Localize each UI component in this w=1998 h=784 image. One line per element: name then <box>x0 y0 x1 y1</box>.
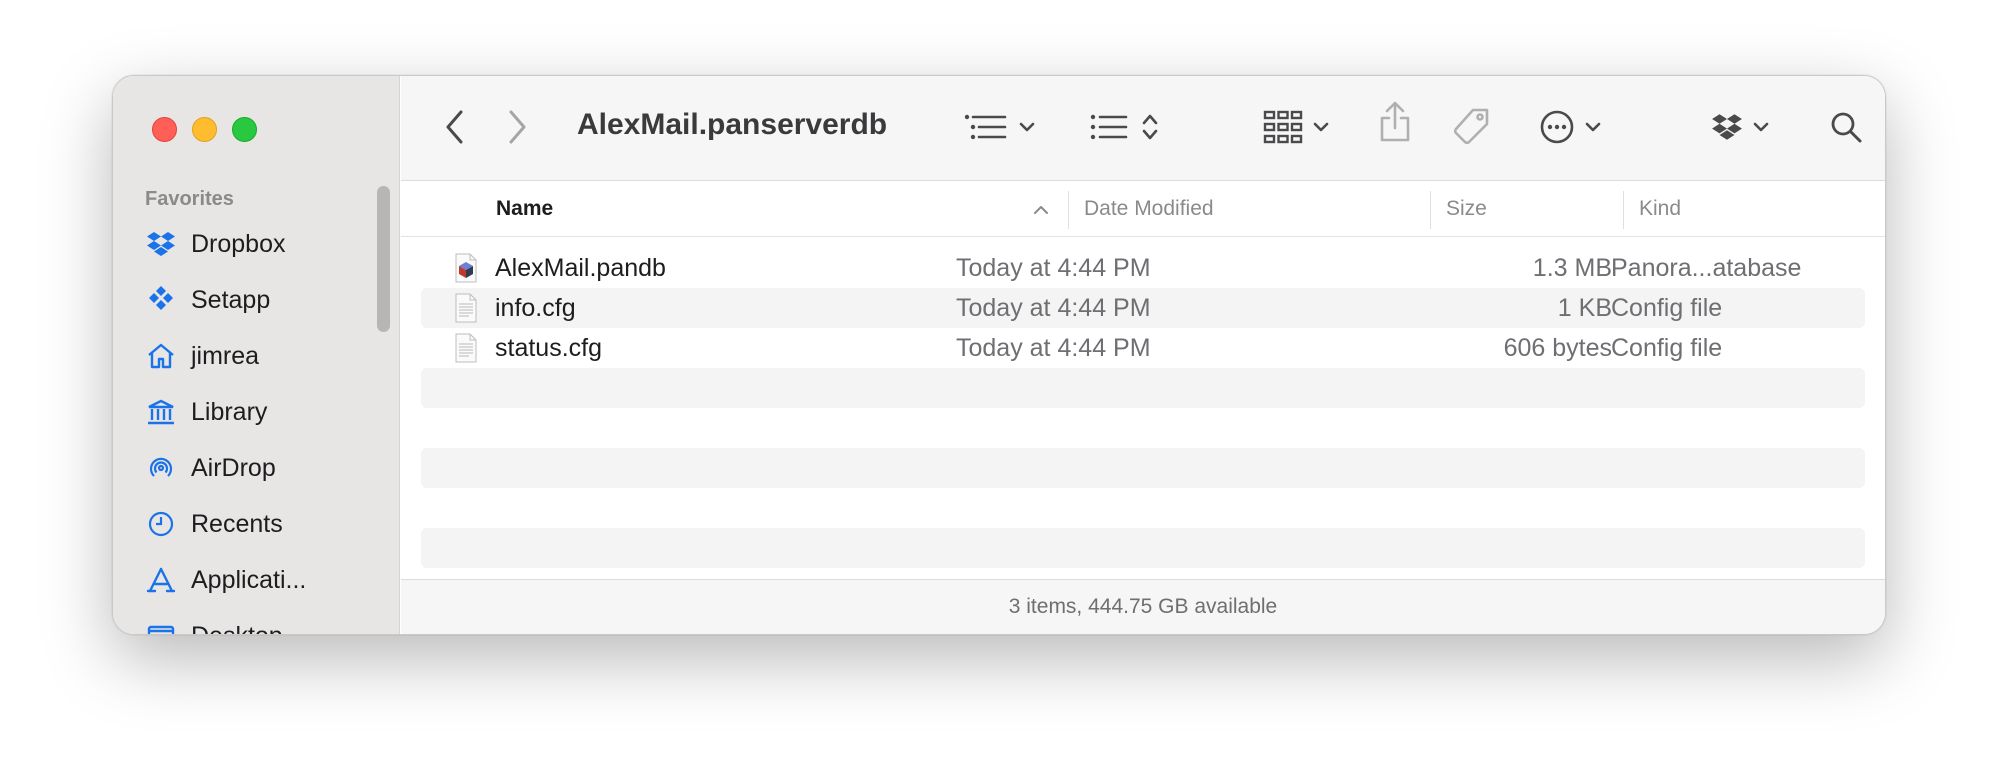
chevron-down-icon <box>1753 120 1769 138</box>
dropbox-icon <box>145 228 177 260</box>
file-kind: Panora...atabase <box>1611 254 1802 282</box>
column-divider[interactable] <box>1430 191 1431 229</box>
search-icon <box>1829 110 1863 149</box>
desktop-icon <box>145 620 177 634</box>
column-header-name[interactable]: Name <box>496 197 553 221</box>
column-header-row: Name Date Modified Size Kind <box>401 181 1885 237</box>
file-row[interactable]: info.cfg Today at 4:44 PM 1 KB Config fi… <box>421 288 1865 328</box>
arrange-button[interactable] <box>1263 109 1329 149</box>
file-date: Today at 4:44 PM <box>956 334 1151 362</box>
sidebar-item-recents[interactable]: Recents <box>145 496 306 552</box>
sidebar: Favorites Dropbox Setapp jimrea Library … <box>113 76 400 634</box>
group-icon <box>1089 112 1129 147</box>
sidebar-item-label: Library <box>191 397 268 426</box>
sort-updown-icon <box>1141 112 1159 147</box>
sidebar-item-library[interactable]: Library <box>145 384 306 440</box>
sidebar-item-label: Recents <box>191 509 283 538</box>
share-icon <box>1379 101 1411 148</box>
column-divider[interactable] <box>1623 191 1624 229</box>
tag-button[interactable] <box>1451 107 1491 152</box>
file-size: 606 bytes <box>1503 334 1612 362</box>
status-bar: 3 items, 444.75 GB available <box>401 579 1885 634</box>
sidebar-scrollbar[interactable] <box>377 186 390 332</box>
column-header-date[interactable]: Date Modified <box>1084 197 1214 221</box>
back-button[interactable] <box>444 109 466 149</box>
forward-button[interactable] <box>506 109 528 149</box>
column-header-kind[interactable]: Kind <box>1639 197 1681 221</box>
text-file-icon <box>455 293 477 323</box>
group-button[interactable] <box>1089 109 1159 149</box>
file-row[interactable]: AlexMail.pandb Today at 4:44 PM 1.3 MB P… <box>421 248 1865 288</box>
sidebar-item-dropbox[interactable]: Dropbox <box>145 216 306 272</box>
view-options-button[interactable] <box>963 109 1035 149</box>
sidebar-item-desktop[interactable]: Desktop <box>145 608 306 635</box>
sidebar-item-label: jimrea <box>191 341 260 370</box>
text-file-icon <box>455 333 477 363</box>
file-date: Today at 4:44 PM <box>956 254 1151 282</box>
window-title: AlexMail.panserverdb <box>577 108 888 141</box>
file-date: Today at 4:44 PM <box>956 294 1151 322</box>
grid-icon <box>1263 110 1303 149</box>
empty-row <box>421 448 1865 488</box>
chevron-down-icon <box>1019 120 1035 138</box>
more-actions-button[interactable] <box>1539 109 1601 149</box>
chevron-down-icon <box>1585 120 1601 138</box>
file-name: info.cfg <box>495 294 576 322</box>
sort-ascending-icon[interactable] <box>1033 203 1049 221</box>
toolbar: AlexMail.panserverdb <box>401 76 1885 181</box>
sidebar-item-airdrop[interactable]: AirDrop <box>145 440 306 496</box>
empty-row <box>421 528 1865 568</box>
finder-window: Favorites Dropbox Setapp jimrea Library … <box>112 75 1886 635</box>
sidebar-item-label: Desktop <box>191 622 283 635</box>
minimize-button[interactable] <box>192 117 217 142</box>
file-kind: Config file <box>1611 294 1723 322</box>
empty-row <box>421 368 1865 408</box>
chevron-left-icon <box>444 109 466 150</box>
dropbox-menu-button[interactable] <box>1711 109 1769 149</box>
library-icon <box>145 396 177 428</box>
applications-icon <box>145 564 177 596</box>
column-header-size[interactable]: Size <box>1446 197 1487 221</box>
status-text: 3 items, 444.75 GB available <box>1008 595 1278 618</box>
column-divider[interactable] <box>1068 191 1069 229</box>
sidebar-section-favorites: Favorites <box>145 188 234 210</box>
file-name: status.cfg <box>495 334 602 362</box>
close-button[interactable] <box>152 117 177 142</box>
chevron-right-icon <box>506 109 528 150</box>
window-controls <box>152 117 257 142</box>
file-kind: Config file <box>1611 334 1723 362</box>
ellipsis-circle-icon <box>1539 109 1575 150</box>
sidebar-item-home[interactable]: jimrea <box>145 328 306 384</box>
clock-icon <box>145 508 177 540</box>
sidebar-item-label: Dropbox <box>191 229 286 258</box>
file-row[interactable]: status.cfg Today at 4:44 PM 606 bytes Co… <box>421 328 1865 368</box>
zoom-button[interactable] <box>232 117 257 142</box>
setapp-icon <box>145 284 177 316</box>
file-size: 1.3 MB <box>1532 254 1612 282</box>
home-icon <box>145 340 177 372</box>
airdrop-icon <box>145 452 177 484</box>
chevron-down-icon <box>1313 120 1329 138</box>
sidebar-item-setapp[interactable]: Setapp <box>145 272 306 328</box>
list-view-icon <box>963 112 1007 147</box>
sidebar-item-label: Setapp <box>191 285 271 314</box>
database-file-icon <box>455 253 477 283</box>
tag-icon <box>1451 107 1491 152</box>
file-list: AlexMail.pandb Today at 4:44 PM 1.3 MB P… <box>401 238 1885 634</box>
sidebar-item-label: Applicati... <box>191 565 307 594</box>
sidebar-list: Dropbox Setapp jimrea Library AirDrop Re… <box>145 216 306 635</box>
sidebar-item-applications[interactable]: Applicati... <box>145 552 306 608</box>
sidebar-item-label: AirDrop <box>191 453 276 482</box>
share-button[interactable] <box>1379 101 1411 144</box>
search-button[interactable] <box>1829 109 1863 149</box>
file-size: 1 KB <box>1557 294 1612 322</box>
dropbox-icon <box>1711 113 1743 146</box>
file-name: AlexMail.pandb <box>495 254 666 282</box>
